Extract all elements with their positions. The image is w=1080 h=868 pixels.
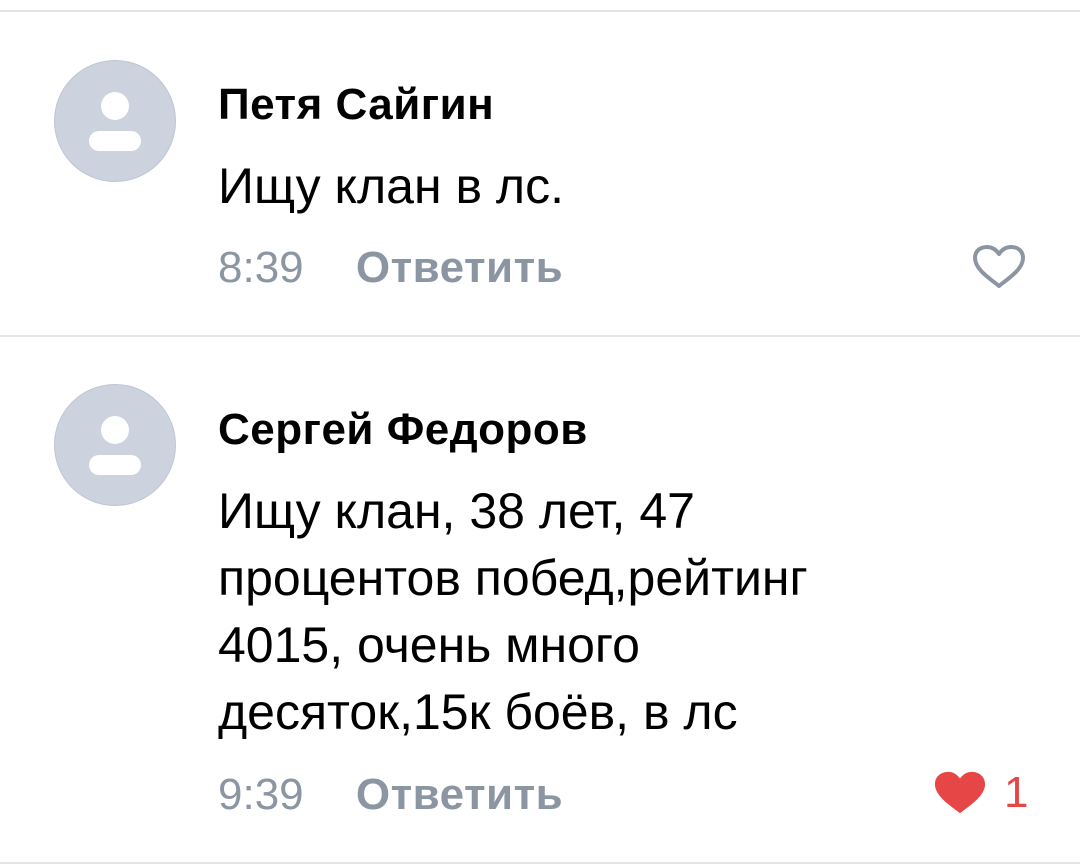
- comment-meta: 8:39 Ответить: [218, 243, 563, 293]
- reply-button[interactable]: Ответить: [356, 770, 563, 820]
- comment-text: Ищу клан в лс.: [218, 158, 564, 214]
- reply-button[interactable]: Ответить: [356, 243, 563, 293]
- heart-filled-icon: [934, 771, 986, 814]
- comment-time: 9:39: [218, 770, 304, 819]
- comment-meta: 9:39 Ответить: [218, 770, 563, 820]
- bottom-divider: [0, 862, 1080, 864]
- comment-author[interactable]: Сергей Федоров: [218, 405, 588, 455]
- avatar[interactable]: [54, 384, 176, 506]
- avatar[interactable]: [54, 60, 176, 182]
- like-button[interactable]: 1: [934, 768, 1028, 818]
- user-silhouette-icon: [89, 92, 141, 151]
- heart-outline-icon: [973, 245, 1025, 288]
- user-silhouette-icon: [89, 416, 141, 475]
- top-divider: [0, 10, 1080, 12]
- comment-time: 8:39: [218, 243, 304, 292]
- like-count: 1: [1004, 768, 1029, 817]
- comment-divider: [0, 335, 1080, 337]
- comment-author[interactable]: Петя Сайгин: [218, 80, 494, 130]
- like-button[interactable]: [972, 244, 1026, 290]
- comment-text: Ищу клан, 38 лет, 47 процентов побед,рей…: [218, 483, 808, 740]
